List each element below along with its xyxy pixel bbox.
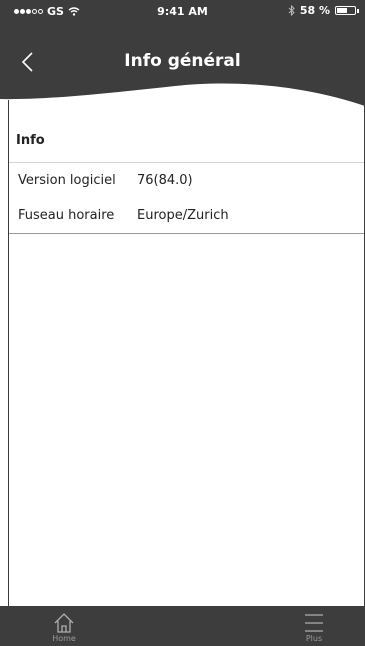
info-value: 76(84.0)	[137, 173, 193, 188]
battery-tip	[357, 8, 359, 13]
info-value: Europe/Zurich	[137, 208, 229, 223]
info-list: Version logiciel 76(84.0) Fuseau horaire…	[9, 163, 364, 234]
home-icon	[54, 613, 74, 633]
status-right: 58 %	[288, 4, 359, 17]
tab-home[interactable]: Home	[34, 606, 94, 646]
tab-home-label: Home	[52, 634, 76, 643]
header: GS 9:41 AM 58 % Info général	[0, 0, 365, 108]
tab-plus[interactable]: Plus	[284, 606, 344, 646]
info-row-software-version: Version logiciel 76(84.0)	[9, 163, 364, 198]
status-bar: GS 9:41 AM 58 %	[0, 0, 365, 22]
battery-icon	[335, 6, 356, 15]
app-screen: GS 9:41 AM 58 % Info général Info Versio…	[0, 0, 365, 646]
info-label: Version logiciel	[18, 173, 116, 188]
hamburger-menu-icon	[305, 614, 323, 632]
info-label: Fuseau horaire	[18, 208, 115, 223]
page-title: Info général	[124, 51, 241, 71]
battery-fill	[337, 8, 347, 13]
bluetooth-icon	[288, 5, 295, 16]
battery-percentage: 58 %	[299, 4, 330, 17]
tab-plus-label: Plus	[305, 634, 323, 643]
info-row-timezone: Fuseau horaire Europe/Zurich	[9, 198, 364, 233]
tab-bar: Home Plus	[0, 606, 365, 646]
content: Info Version logiciel 76(84.0) Fuseau ho…	[9, 120, 364, 234]
nav-bar: Info général	[0, 40, 365, 84]
section-title: Info	[9, 120, 364, 163]
